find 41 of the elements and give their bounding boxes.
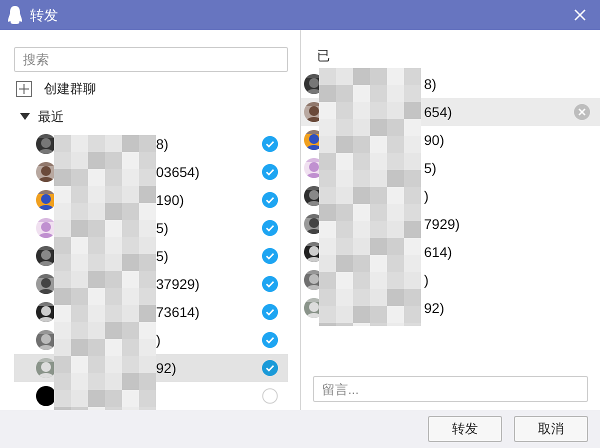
contact-name: ) [156,330,161,350]
contact-name: 614) [424,242,452,262]
contact-name: 7929) [424,214,460,234]
check-icon[interactable] [262,220,278,236]
plus-icon[interactable] [16,81,32,98]
check-icon[interactable] [262,164,278,180]
contact-name: 5) [156,246,168,266]
contact-name: 73614) [156,302,200,322]
check-icon[interactable] [262,276,278,292]
contact-name: 92) [156,358,176,378]
check-icon[interactable] [262,332,278,348]
contact-name: ) [424,270,429,290]
create-group-link[interactable]: 创建群聊 [44,79,96,99]
contact-name: 5) [424,158,436,178]
contact-name: ) [424,186,429,206]
penguin-icon [8,6,22,24]
contact-name: 654) [424,102,452,122]
message-field[interactable]: 留言... [313,376,588,402]
contact-name: 03654) [156,162,200,182]
dialog-button[interactable]: 转发 [428,416,502,442]
contact-name: 5) [156,218,168,238]
close-icon [574,9,586,21]
radio-icon[interactable] [262,388,278,404]
contact-name: 8) [156,134,168,154]
contact-name: 92) [424,298,444,318]
dialog-button[interactable]: 取消 [514,416,588,442]
window-title: 转发 [30,6,58,24]
contact-name: 8) [424,74,436,94]
remove-icon[interactable] [574,104,590,120]
section-label: 最近 [38,108,64,126]
selected-header: 已 [316,47,331,65]
contact-name: 190) [156,190,184,210]
check-icon[interactable] [262,192,278,208]
expand-icon[interactable] [20,112,30,121]
check-icon[interactable] [262,304,278,320]
check-icon[interactable] [262,360,278,376]
contact-name: 37929) [156,274,200,294]
check-icon[interactable] [262,248,278,264]
search-field[interactable]: 搜索 [14,47,288,72]
check-icon[interactable] [262,136,278,152]
contact-name: 90) [424,130,444,150]
